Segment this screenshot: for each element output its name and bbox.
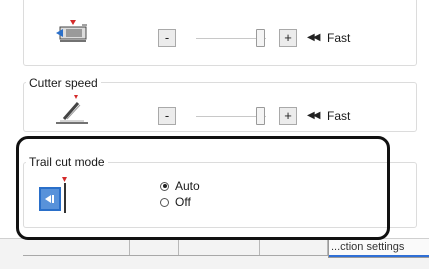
tab-1[interactable] — [23, 239, 130, 255]
cutter-blade-icon — [54, 93, 90, 130]
tab-2[interactable] — [130, 239, 179, 255]
feed-speed-increase-button[interactable]: + — [279, 29, 297, 47]
fast-arrows-icon: ◀◀ — [307, 110, 320, 121]
feed-speed-decrease-button[interactable]: - — [158, 29, 176, 47]
radio-off-label[interactable]: Off — [175, 195, 191, 209]
radio-auto[interactable]: Auto — [160, 179, 200, 193]
feed-motor-icon — [54, 17, 90, 50]
fast-arrows-icon: ◀◀ — [307, 32, 320, 43]
feed-speed-fast-label: Fast — [327, 31, 351, 45]
cutter-speed-group: Cutter speed - + ◀◀ Fast — [23, 76, 417, 132]
tab-section-settings[interactable]: ...ction settings — [328, 239, 429, 258]
tab-bar: ...ction settings — [0, 238, 429, 269]
tab-4[interactable] — [260, 239, 328, 255]
radio-auto-indicator[interactable] — [160, 181, 169, 191]
feed-speed-slider-thumb[interactable] — [256, 29, 265, 47]
feed-speed-group: - + ◀◀ Fast — [23, 0, 417, 66]
settings-panel: - + ◀◀ Fast Cutter speed - + ◀◀ Fast Tra… — [0, 0, 429, 242]
tab-3[interactable] — [179, 239, 260, 255]
cutter-speed-title: Cutter speed — [26, 76, 101, 90]
trail-cut-mode-title: Trail cut mode — [26, 155, 108, 169]
trail-cut-mode-group: Trail cut mode Auto Off — [23, 155, 417, 228]
radio-off[interactable]: Off — [160, 195, 191, 209]
tab-strip-line — [23, 255, 333, 256]
cutter-speed-increase-button[interactable]: + — [279, 107, 297, 125]
cutter-speed-slider-thumb[interactable] — [256, 107, 265, 125]
trail-cut-icon — [36, 173, 76, 220]
radio-auto-label[interactable]: Auto — [175, 179, 200, 193]
cutter-speed-fast-label: Fast — [327, 109, 351, 123]
cutter-speed-decrease-button[interactable]: - — [158, 107, 176, 125]
tab-section-settings-label[interactable]: ...ction settings — [331, 241, 404, 253]
radio-off-indicator[interactable] — [160, 197, 169, 207]
active-tab-indicator — [329, 255, 429, 257]
